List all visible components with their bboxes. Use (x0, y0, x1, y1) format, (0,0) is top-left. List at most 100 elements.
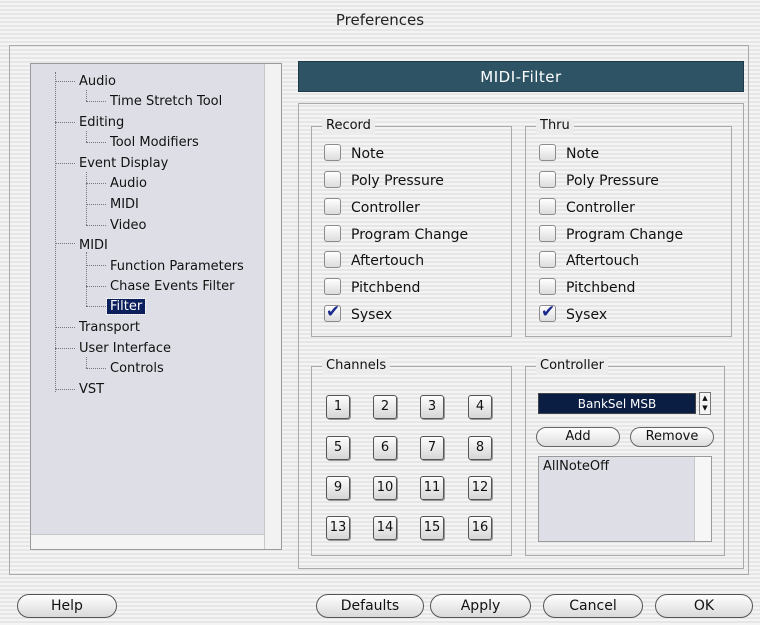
channels-group-title: Channels (322, 357, 391, 375)
apply-button[interactable]: Apply (430, 594, 531, 618)
tree-item-function-parameters[interactable]: Function Parameters (110, 257, 244, 276)
tree-item-tool-modifiers[interactable]: Tool Modifiers (110, 133, 199, 152)
thru-pitchbend-checkbox[interactable]: Pitchbend (539, 277, 635, 299)
checkbox-icon (539, 143, 556, 161)
checkbox-icon (324, 224, 341, 242)
record-pitchbend-checkbox[interactable]: Pitchbend (324, 277, 420, 299)
add-button[interactable]: Add (536, 427, 620, 447)
channel-12-button[interactable]: 12 (468, 476, 492, 500)
channel-13-button[interactable]: 13 (326, 516, 350, 540)
controller-group-title: Controller (536, 357, 608, 375)
tree-line (86, 101, 106, 102)
tree-item-editing[interactable]: Editing (79, 113, 124, 132)
record-group-title: Record (322, 117, 375, 135)
tree-item-label: Filter (105, 298, 147, 315)
spinner-down-icon[interactable]: ▼ (700, 403, 710, 413)
tree-line (86, 286, 106, 287)
checkbox-label: Note (566, 146, 600, 162)
spinner-up-icon[interactable]: ▲ (700, 393, 710, 403)
tree-item-label: MIDI (110, 197, 139, 212)
thru-aftertouch-checkbox[interactable]: Aftertouch (539, 250, 639, 272)
tree-item-event-video[interactable]: Video (110, 216, 146, 235)
channel-7-button[interactable]: 7 (420, 436, 444, 460)
record-aftertouch-checkbox[interactable]: Aftertouch (324, 250, 424, 272)
channel-16-button[interactable]: 16 (468, 516, 492, 540)
checkbox-icon (324, 170, 341, 188)
tree-item-chase-events-filter[interactable]: Chase Events Filter (110, 277, 235, 296)
checkbox-icon (324, 143, 341, 161)
channel-14-button[interactable]: 14 (373, 516, 397, 540)
tree-line (86, 142, 106, 143)
channel-6-button[interactable]: 6 (373, 436, 397, 460)
tree-item-label: Event Display (79, 156, 169, 171)
channel-4-button[interactable]: 4 (468, 395, 492, 419)
tree-line (86, 357, 87, 368)
checkbox-label: Aftertouch (566, 253, 640, 269)
remove-button[interactable]: Remove (630, 427, 714, 447)
defaults-button[interactable]: Defaults (316, 594, 424, 618)
checkbox-label: Pitchbend (351, 280, 421, 296)
tree-item-controls[interactable]: Controls (110, 359, 164, 378)
tree-item-label: VST (79, 382, 105, 397)
thru-controller-checkbox[interactable]: Controller (539, 197, 635, 219)
checkbox-icon (539, 277, 556, 295)
tree-horizontal-scrollbar[interactable] (31, 534, 265, 549)
tree-content: Audio Time Stretch Tool Editing Tool Mod… (31, 64, 265, 549)
checkbox-label: Note (351, 146, 385, 162)
thru-poly-pressure-checkbox[interactable]: Poly Pressure (539, 170, 659, 192)
channel-8-button[interactable]: 8 (468, 436, 492, 460)
thru-note-checkbox[interactable]: Note (539, 143, 599, 165)
tree-item-user-interface[interactable]: User Interface (79, 339, 171, 358)
tree-item-midi[interactable]: MIDI (79, 236, 108, 255)
thru-sysex-checkbox[interactable]: Sysex (539, 301, 607, 326)
tree-item-filter[interactable]: Filter (105, 297, 147, 316)
checkbox-label: Program Change (566, 227, 684, 243)
tree-item-label: Video (110, 218, 147, 233)
list-item[interactable]: AllNoteOff (543, 459, 609, 474)
tree-item-label: Chase Events Filter (110, 279, 235, 294)
tree-item-vst[interactable]: VST (79, 380, 104, 399)
tree-item-label: Audio (110, 176, 147, 191)
tree-line (55, 348, 75, 349)
channel-5-button[interactable]: 5 (326, 436, 350, 460)
list-scrollbar[interactable] (694, 457, 711, 541)
channel-2-button[interactable]: 2 (373, 395, 397, 419)
tree-item-transport[interactable]: Transport (79, 318, 140, 337)
controller-select[interactable]: BankSel MSB (538, 393, 696, 414)
controller-list[interactable]: AllNoteOff (538, 456, 712, 542)
ok-button[interactable]: OK (655, 594, 753, 618)
tree-item-event-display[interactable]: Event Display (79, 154, 168, 173)
checkbox-label: Controller (566, 200, 635, 216)
channel-9-button[interactable]: 9 (326, 476, 350, 500)
tree-item-time-stretch-tool[interactable]: Time Stretch Tool (110, 92, 222, 111)
channel-3-button[interactable]: 3 (420, 395, 444, 419)
record-poly-pressure-checkbox[interactable]: Poly Pressure (324, 170, 444, 192)
tree-line (86, 204, 106, 205)
tree-line (86, 90, 87, 101)
tree-item-label: Controls (110, 361, 164, 376)
tree-vertical-scrollbar[interactable] (264, 64, 281, 549)
channel-10-button[interactable]: 10 (373, 476, 397, 500)
tree-item-label: Function Parameters (110, 259, 244, 274)
tree-item-label: Audio (79, 74, 116, 89)
channel-11-button[interactable]: 11 (420, 476, 444, 500)
tree-line (55, 81, 75, 82)
cancel-button[interactable]: Cancel (543, 594, 643, 618)
record-note-checkbox[interactable]: Note (324, 143, 384, 165)
channel-1-button[interactable]: 1 (326, 395, 350, 419)
record-controller-checkbox[interactable]: Controller (324, 197, 420, 219)
tree-item-label: User Interface (79, 341, 171, 356)
tree-item-event-audio[interactable]: Audio (110, 174, 147, 193)
record-sysex-checkbox[interactable]: Sysex (324, 301, 392, 326)
record-program-change-checkbox[interactable]: Program Change (324, 224, 468, 246)
checkbox-icon (324, 197, 341, 215)
checkmark-icon (539, 301, 556, 323)
category-tree[interactable]: Audio Time Stretch Tool Editing Tool Mod… (30, 63, 282, 550)
tree-item-audio[interactable]: Audio (79, 72, 116, 91)
tree-line (55, 163, 75, 164)
channel-15-button[interactable]: 15 (420, 516, 444, 540)
tree-item-event-midi[interactable]: MIDI (110, 195, 139, 214)
help-button[interactable]: Help (17, 594, 117, 618)
thru-program-change-checkbox[interactable]: Program Change (539, 224, 683, 246)
controller-spinner[interactable]: ▲ ▼ (699, 392, 711, 415)
